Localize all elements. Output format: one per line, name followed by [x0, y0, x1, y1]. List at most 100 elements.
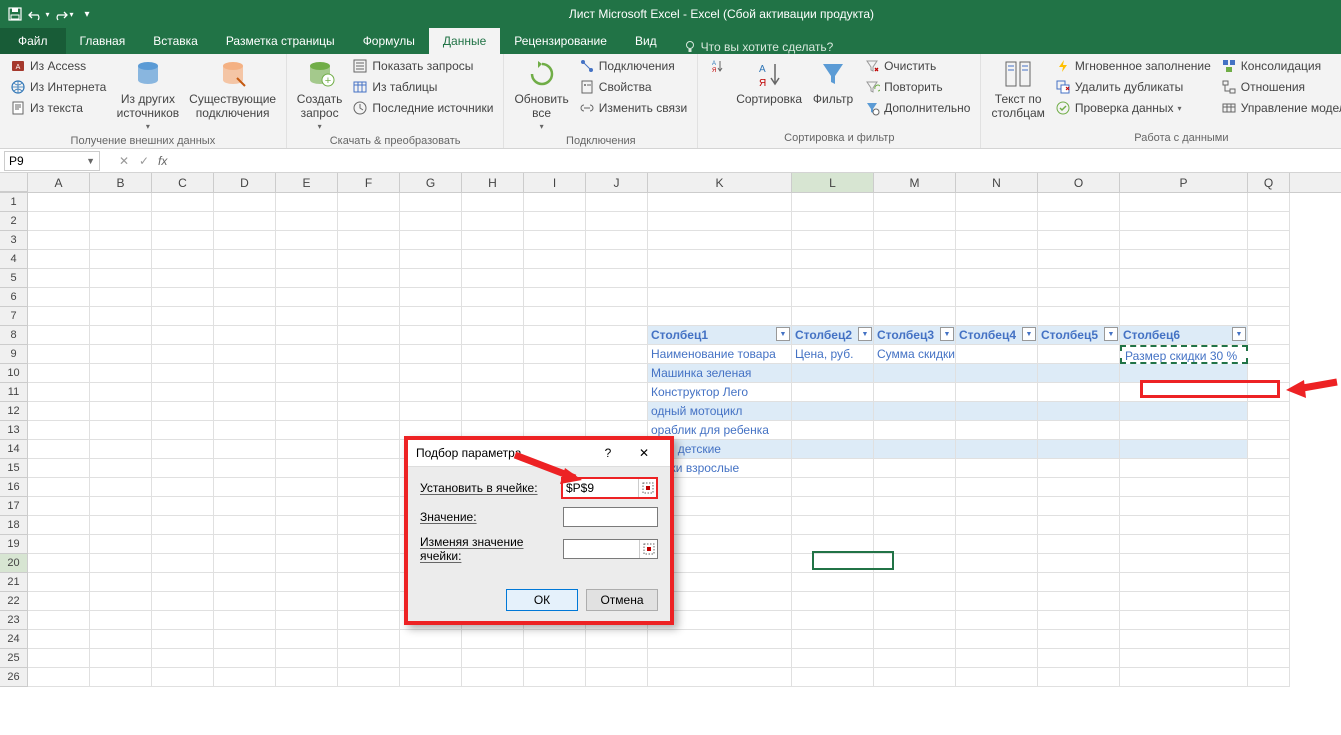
cell-L1[interactable]	[792, 193, 874, 212]
cell-P6[interactable]	[1120, 288, 1248, 307]
cell-L24[interactable]	[792, 630, 874, 649]
to-value-input[interactable]	[564, 508, 657, 526]
cell-B2[interactable]	[90, 212, 152, 231]
cell-M3[interactable]	[874, 231, 956, 250]
col-header-E[interactable]: E	[276, 173, 338, 192]
cell-J11[interactable]	[586, 383, 648, 402]
cell-Q12[interactable]	[1248, 402, 1290, 421]
cell-M26[interactable]	[874, 668, 956, 687]
cell-C5[interactable]	[152, 269, 214, 288]
cell-H8[interactable]	[462, 326, 524, 345]
cell-Q7[interactable]	[1248, 307, 1290, 326]
cell-B23[interactable]	[90, 611, 152, 630]
cell-E10[interactable]	[276, 364, 338, 383]
cell-I26[interactable]	[524, 668, 586, 687]
cell-N1[interactable]	[956, 193, 1038, 212]
tab-pagelayout[interactable]: Разметка страницы	[212, 28, 349, 54]
cell-F23[interactable]	[338, 611, 400, 630]
cell-F18[interactable]	[338, 516, 400, 535]
cell-G10[interactable]	[400, 364, 462, 383]
cell-C13[interactable]	[152, 421, 214, 440]
cell-K6[interactable]	[648, 288, 792, 307]
col-header-H[interactable]: H	[462, 173, 524, 192]
cell-P24[interactable]	[1120, 630, 1248, 649]
btn-from-web[interactable]: Из Интернета	[6, 77, 110, 97]
filter-dropdown-icon[interactable]: ▼	[858, 327, 872, 341]
btn-from-text[interactable]: Из текста	[6, 98, 110, 118]
cell-C12[interactable]	[152, 402, 214, 421]
cell-A20[interactable]	[28, 554, 90, 573]
cell-H2[interactable]	[462, 212, 524, 231]
cell-L10[interactable]	[792, 364, 874, 383]
cell-N13[interactable]	[956, 421, 1038, 440]
cell-H25[interactable]	[462, 649, 524, 668]
cell-A25[interactable]	[28, 649, 90, 668]
cell-G24[interactable]	[400, 630, 462, 649]
cell-Q8[interactable]	[1248, 326, 1290, 345]
row-header-22[interactable]: 22	[0, 592, 28, 611]
range-selector-icon[interactable]	[638, 479, 656, 497]
cell-P19[interactable]	[1120, 535, 1248, 554]
ok-button[interactable]: ОК	[506, 589, 578, 611]
cell-M23[interactable]	[874, 611, 956, 630]
cell-E19[interactable]	[276, 535, 338, 554]
cell-P17[interactable]	[1120, 497, 1248, 516]
row-header-9[interactable]: 9	[0, 345, 28, 364]
cell-M25[interactable]	[874, 649, 956, 668]
cell-N21[interactable]	[956, 573, 1038, 592]
cell-J24[interactable]	[586, 630, 648, 649]
cell-O5[interactable]	[1038, 269, 1120, 288]
cell-B12[interactable]	[90, 402, 152, 421]
cell-G8[interactable]	[400, 326, 462, 345]
cell-G5[interactable]	[400, 269, 462, 288]
cell-K7[interactable]	[648, 307, 792, 326]
cell-A13[interactable]	[28, 421, 90, 440]
row-header-11[interactable]: 11	[0, 383, 28, 402]
cell-A21[interactable]	[28, 573, 90, 592]
filter-dropdown-icon[interactable]: ▼	[1022, 327, 1036, 341]
cell-D18[interactable]	[214, 516, 276, 535]
cell-G6[interactable]	[400, 288, 462, 307]
cell-A23[interactable]	[28, 611, 90, 630]
cell-B21[interactable]	[90, 573, 152, 592]
cell-H10[interactable]	[462, 364, 524, 383]
btn-clear-filter[interactable]: Очистить	[860, 56, 974, 76]
cell-A4[interactable]	[28, 250, 90, 269]
cell-N2[interactable]	[956, 212, 1038, 231]
cell-A26[interactable]	[28, 668, 90, 687]
tab-home[interactable]: Главная	[66, 28, 140, 54]
cell-P22[interactable]	[1120, 592, 1248, 611]
cell-B7[interactable]	[90, 307, 152, 326]
col-header-B[interactable]: B	[90, 173, 152, 192]
cell-D10[interactable]	[214, 364, 276, 383]
btn-existing-conn[interactable]: Существующие подключения	[185, 56, 279, 122]
cell-O1[interactable]	[1038, 193, 1120, 212]
cell-L26[interactable]	[792, 668, 874, 687]
cell-P18[interactable]	[1120, 516, 1248, 535]
cell-I11[interactable]	[524, 383, 586, 402]
cell-P3[interactable]	[1120, 231, 1248, 250]
cell-N18[interactable]	[956, 516, 1038, 535]
cell-C8[interactable]	[152, 326, 214, 345]
cell-C25[interactable]	[152, 649, 214, 668]
cell-L16[interactable]	[792, 478, 874, 497]
cell-B15[interactable]	[90, 459, 152, 478]
cell-I9[interactable]	[524, 345, 586, 364]
qat-customize-icon[interactable]: ▾	[76, 3, 98, 25]
cell-C22[interactable]	[152, 592, 214, 611]
cell-Q24[interactable]	[1248, 630, 1290, 649]
cell-D20[interactable]	[214, 554, 276, 573]
row-header-18[interactable]: 18	[0, 516, 28, 535]
cell-O25[interactable]	[1038, 649, 1120, 668]
cell-O11[interactable]	[1038, 383, 1120, 402]
cell-D26[interactable]	[214, 668, 276, 687]
cell-E4[interactable]	[276, 250, 338, 269]
cell-N5[interactable]	[956, 269, 1038, 288]
cell-I6[interactable]	[524, 288, 586, 307]
cell-K5[interactable]	[648, 269, 792, 288]
cell-N22[interactable]	[956, 592, 1038, 611]
cell-O13[interactable]	[1038, 421, 1120, 440]
cell-Q23[interactable]	[1248, 611, 1290, 630]
cell-Q22[interactable]	[1248, 592, 1290, 611]
cell-D17[interactable]	[214, 497, 276, 516]
